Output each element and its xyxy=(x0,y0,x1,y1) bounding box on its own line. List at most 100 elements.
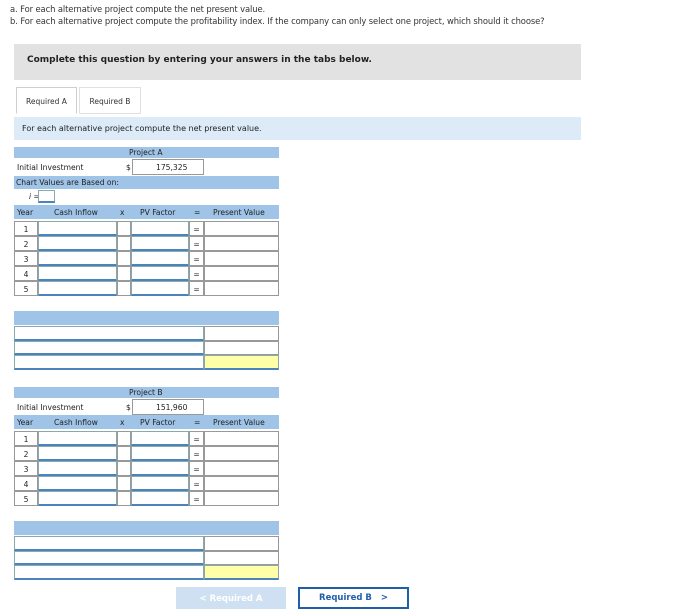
project-b-initial-value: 151,960 xyxy=(156,403,188,412)
tab-required-b[interactable]: Required B xyxy=(79,87,141,114)
project-b-equals-5: = xyxy=(189,491,204,506)
col-present-value: Present Value xyxy=(213,208,265,217)
project-b-initial-label: Initial Investment xyxy=(17,403,84,412)
project-b-year-4: 4 xyxy=(14,476,38,491)
col-x: x xyxy=(120,418,125,427)
project-a-x-cell-5 xyxy=(117,281,131,296)
project-a-currency: $ xyxy=(126,163,131,172)
project-b-present-value-2 xyxy=(204,446,279,461)
project-a-equals-4: = xyxy=(189,266,204,281)
project-b-summary-bar xyxy=(14,521,279,535)
project-b-x-cell-4 xyxy=(117,476,131,491)
project-b-summary-value-2 xyxy=(204,551,279,565)
project-a-cash-inflow-input-2[interactable] xyxy=(38,236,117,251)
project-a-initial-label: Initial Investment xyxy=(17,163,84,172)
project-b-npv-input[interactable] xyxy=(204,565,279,580)
next-required-b-button[interactable]: Required B > xyxy=(298,587,409,609)
project-a-summary-label-input-1[interactable] xyxy=(14,326,204,341)
project-b-cash-inflow-input-4[interactable] xyxy=(38,476,117,491)
col-cash-inflow: Cash Inflow xyxy=(54,418,98,427)
chevron-right-icon: > xyxy=(380,593,388,603)
project-b-pv-factor-input-2[interactable] xyxy=(131,446,189,461)
col-cash-inflow: Cash Inflow xyxy=(54,208,98,217)
project-a-cash-inflow-input-4[interactable] xyxy=(38,266,117,281)
next-button-label: Required B xyxy=(319,593,372,603)
project-b-cash-inflow-input-2[interactable] xyxy=(38,446,117,461)
project-a-year-3: 3 xyxy=(14,251,38,266)
project-b-equals-2: = xyxy=(189,446,204,461)
project-b-equals-4: = xyxy=(189,476,204,491)
col-equals: = xyxy=(194,208,201,217)
prev-required-a-button[interactable]: < Required A xyxy=(176,587,286,609)
project-b-summary-value-1 xyxy=(204,536,279,551)
project-a-npv-label-input[interactable] xyxy=(14,355,204,370)
project-b-summary-label-input-1[interactable] xyxy=(14,536,204,551)
project-b-x-cell-1 xyxy=(117,431,131,446)
col-x: x xyxy=(120,208,125,217)
question-part-b: b. For each alternative project compute … xyxy=(10,16,545,26)
project-b-year-3: 3 xyxy=(14,461,38,476)
tab-instruction: For each alternative project compute the… xyxy=(14,117,581,140)
project-a-equals-3: = xyxy=(189,251,204,266)
project-a-cash-inflow-input-3[interactable] xyxy=(38,251,117,266)
tab-required-a[interactable]: Required A xyxy=(16,87,77,114)
project-a-pv-factor-input-5[interactable] xyxy=(131,281,189,296)
project-a-summary-label-input-2[interactable] xyxy=(14,341,204,355)
project-a-x-cell-3 xyxy=(117,251,131,266)
project-b-pv-factor-input-4[interactable] xyxy=(131,476,189,491)
project-a-cash-inflow-input-5[interactable] xyxy=(38,281,117,296)
project-a-present-value-3 xyxy=(204,251,279,266)
project-b-equals-3: = xyxy=(189,461,204,476)
project-b-pv-factor-input-1[interactable] xyxy=(131,431,189,446)
project-b-year-2: 2 xyxy=(14,446,38,461)
project-b-present-value-4 xyxy=(204,476,279,491)
col-pv-factor: PV Factor xyxy=(140,208,176,217)
project-a-year-2: 2 xyxy=(14,236,38,251)
project-a-pv-factor-input-4[interactable] xyxy=(131,266,189,281)
project-a-summary-bar xyxy=(14,311,279,325)
project-b-present-value-5 xyxy=(204,491,279,506)
question-part-a: a. For each alternative project compute … xyxy=(10,4,266,14)
project-a-initial-value: 175,325 xyxy=(156,163,188,172)
tab-instruction-text: For each alternative project compute the… xyxy=(22,124,262,133)
project-b-present-value-3 xyxy=(204,461,279,476)
col-equals: = xyxy=(194,418,201,427)
project-a-pv-factor-input-2[interactable] xyxy=(131,236,189,251)
project-a-present-value-1 xyxy=(204,221,279,236)
col-pv-factor: PV Factor xyxy=(140,418,176,427)
project-b-equals-1: = xyxy=(189,431,204,446)
banner-text: Complete this question by entering your … xyxy=(27,55,372,65)
project-b-npv-label-input[interactable] xyxy=(14,565,204,580)
project-a-equals-5: = xyxy=(189,281,204,296)
project-a-title: Project A xyxy=(129,148,163,157)
project-b-x-cell-5 xyxy=(117,491,131,506)
project-a-x-cell-1 xyxy=(117,221,131,236)
instruction-banner: Complete this question by entering your … xyxy=(14,44,581,80)
project-a-npv-input[interactable] xyxy=(204,355,279,370)
project-a-equals-1: = xyxy=(189,221,204,236)
project-a-equals-2: = xyxy=(189,236,204,251)
project-b-cash-inflow-input-5[interactable] xyxy=(38,491,117,506)
project-a-x-cell-4 xyxy=(117,266,131,281)
project-b-pv-factor-input-3[interactable] xyxy=(131,461,189,476)
project-b-title: Project B xyxy=(129,388,163,397)
project-b-pv-factor-input-5[interactable] xyxy=(131,491,189,506)
project-a-present-value-5 xyxy=(204,281,279,296)
project-b-cash-inflow-input-3[interactable] xyxy=(38,461,117,476)
project-a-pv-factor-input-3[interactable] xyxy=(131,251,189,266)
project-a-summary-value-1 xyxy=(204,326,279,341)
project-a-year-5: 5 xyxy=(14,281,38,296)
project-b-summary-label-input-2[interactable] xyxy=(14,551,204,565)
project-b-cash-inflow-input-1[interactable] xyxy=(38,431,117,446)
project-b-x-cell-2 xyxy=(117,446,131,461)
col-year: Year xyxy=(17,418,34,427)
project-b-currency: $ xyxy=(126,403,131,412)
project-a-present-value-4 xyxy=(204,266,279,281)
project-a-pv-factor-input-1[interactable] xyxy=(131,221,189,236)
project-a-x-cell-2 xyxy=(117,236,131,251)
project-b-present-value-1 xyxy=(204,431,279,446)
project-a-cash-inflow-input-1[interactable] xyxy=(38,221,117,236)
project-b-x-cell-3 xyxy=(117,461,131,476)
col-present-value: Present Value xyxy=(213,418,265,427)
interest-rate-input[interactable] xyxy=(38,190,55,203)
